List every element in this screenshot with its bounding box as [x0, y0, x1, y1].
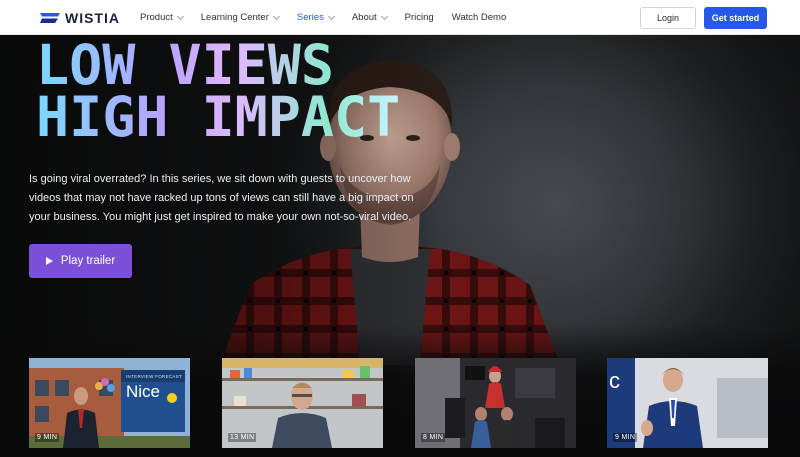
overlay-label: INTERVIEW FORECAST [126, 374, 183, 379]
chevron-down-icon [327, 12, 335, 20]
nav-item-watch-demo[interactable]: Watch Demo [452, 12, 507, 23]
nav-item-label: Product [140, 12, 173, 23]
hero-title-line-1: LOW VIEWS [36, 35, 335, 97]
hero-description: Is going viral overrated? In this series… [29, 173, 414, 223]
episode-thumbnail[interactable]: INTERVIEW FORECAST Nice 9 MIN [29, 358, 190, 448]
hero-section: LOW VIEWS HIGH IMPACT Is going viral ove… [0, 35, 800, 457]
nav-item-label: Learning Center [200, 12, 269, 23]
page: WISTIA Product Learning Center Series Ab… [0, 0, 800, 457]
nav-item-label: Pricing [404, 12, 434, 23]
brand-logo[interactable]: WISTIA [40, 10, 120, 26]
nav-item-pricing[interactable]: Pricing [405, 12, 434, 23]
nav-item-label: Series [296, 12, 324, 23]
svg-text:c: c [609, 368, 620, 393]
episode-duration: 8 MIN [421, 433, 446, 442]
episode-duration: 9 MIN [35, 433, 60, 442]
hero-title: LOW VIEWS HIGH IMPACT [36, 39, 400, 143]
play-icon [45, 257, 53, 265]
nav-item-label: About [351, 12, 377, 23]
play-trailer-button[interactable]: Play trailer [29, 244, 132, 278]
episode-thumbnail[interactable]: c 9 MIN [607, 358, 768, 448]
top-nav: WISTIA Product Learning Center Series Ab… [0, 0, 800, 35]
login-button[interactable]: Login [640, 7, 696, 29]
episode-duration: 9 MIN [613, 433, 638, 442]
main-menu: Product Learning Center Series About Pri… [140, 0, 524, 35]
get-started-button[interactable]: Get started [704, 7, 767, 29]
nav-item-learning-center[interactable]: Learning Center [200, 12, 280, 23]
episode-thumbnail[interactable]: 13 MIN [222, 358, 383, 448]
hero-title-line-2: HIGH IMPACT [36, 85, 401, 149]
nav-item-about[interactable]: About [351, 12, 388, 23]
nav-item-label: Watch Demo [451, 12, 507, 23]
chevron-down-icon [380, 12, 388, 20]
overlay-word: Nice [126, 382, 161, 401]
episode-duration: 13 MIN [228, 433, 257, 442]
episode-list: INTERVIEW FORECAST Nice 9 MIN 13 MIN 8 M… [0, 358, 800, 457]
chevron-down-icon [272, 12, 280, 20]
wistia-logo-icon [40, 12, 60, 24]
nav-item-series[interactable]: Series [296, 12, 335, 23]
nav-item-product[interactable]: Product [140, 12, 184, 23]
episode-thumbnail[interactable]: 8 MIN [415, 358, 576, 448]
play-trailer-label: Play trailer [60, 255, 116, 267]
chevron-down-icon [176, 12, 184, 20]
brand-name: WISTIA [65, 10, 120, 26]
